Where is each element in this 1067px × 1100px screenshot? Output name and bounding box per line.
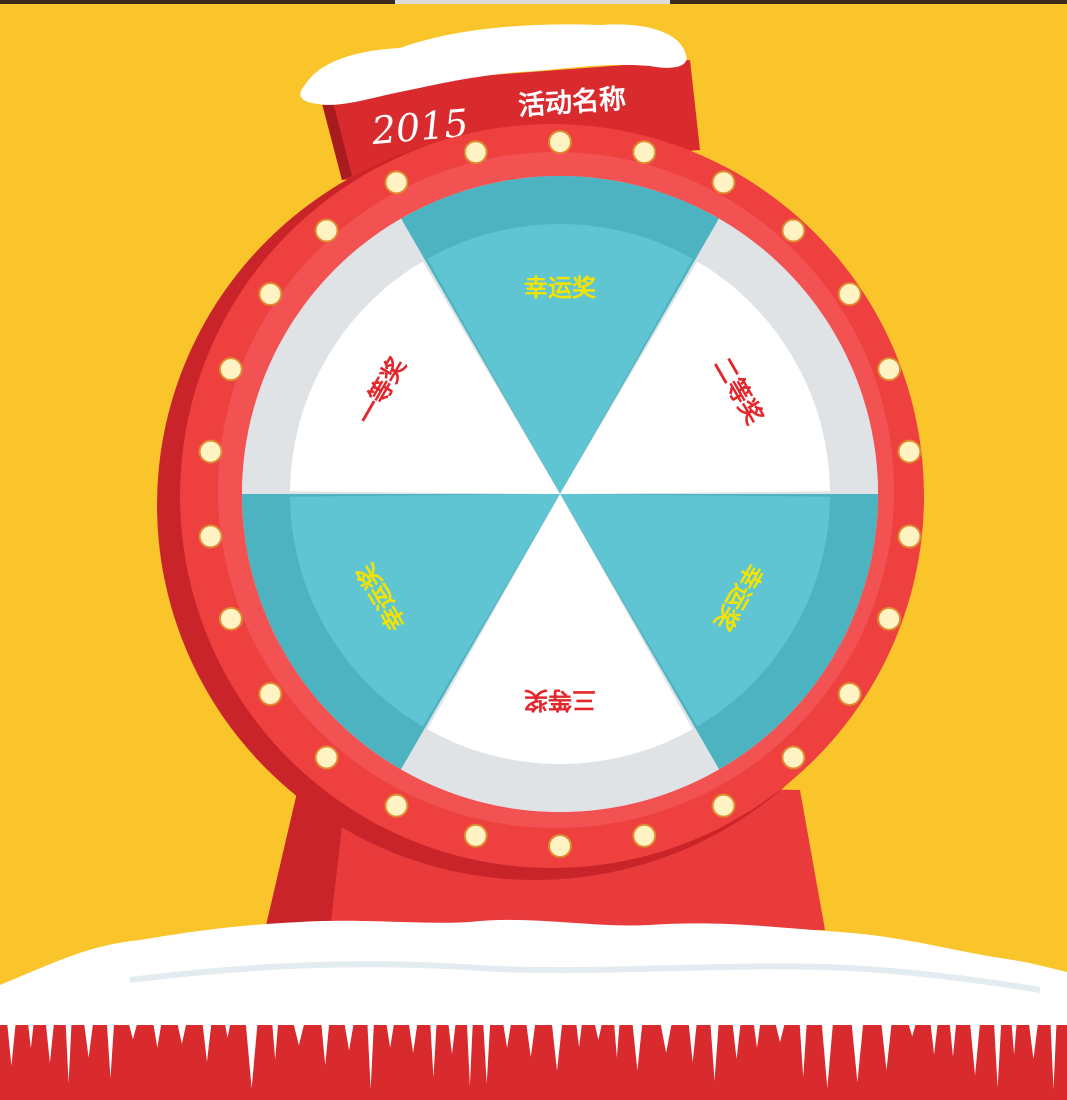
rim-bulb bbox=[897, 524, 922, 549]
rim-bulb bbox=[548, 834, 572, 858]
prize-wheel[interactable]: 幸运奖二等奖幸运奖三等奖幸运奖一等奖 bbox=[241, 176, 878, 812]
rim-bulb bbox=[258, 681, 283, 706]
rim-bulb bbox=[218, 606, 243, 631]
rim-bulb bbox=[218, 357, 243, 382]
rim-bulb bbox=[463, 823, 488, 848]
rim-bulb bbox=[548, 130, 572, 154]
rim-bulb bbox=[632, 823, 657, 848]
rim-bulb bbox=[314, 745, 339, 770]
rim-bulb bbox=[463, 140, 488, 165]
rim-bulb bbox=[711, 170, 736, 195]
rim-bulb bbox=[258, 282, 283, 307]
rim-bulb bbox=[384, 793, 409, 818]
rim-bulb bbox=[198, 524, 223, 549]
rim-bulb bbox=[781, 218, 806, 243]
ground-snow bbox=[0, 919, 1067, 1100]
rim-bulb bbox=[781, 745, 806, 770]
rim-bulb bbox=[384, 170, 409, 195]
rim-bulb bbox=[711, 793, 736, 818]
rim-bulb bbox=[877, 357, 902, 382]
lottery-wheel-scene: 2015 活动名称 幸运奖二等奖幸运奖三等奖幸运奖一等奖 bbox=[0, 24, 1067, 1100]
rim-bulb bbox=[837, 681, 862, 706]
segment-label: 三等奖 bbox=[523, 686, 596, 714]
rim-bulb bbox=[837, 282, 862, 307]
rim-bulb bbox=[198, 439, 223, 464]
rim-bulb bbox=[897, 439, 922, 464]
rim-bulb bbox=[314, 218, 339, 243]
segment-label: 幸运奖 bbox=[524, 274, 597, 302]
rim-bulb bbox=[632, 140, 657, 165]
rim-bulb bbox=[877, 606, 902, 631]
